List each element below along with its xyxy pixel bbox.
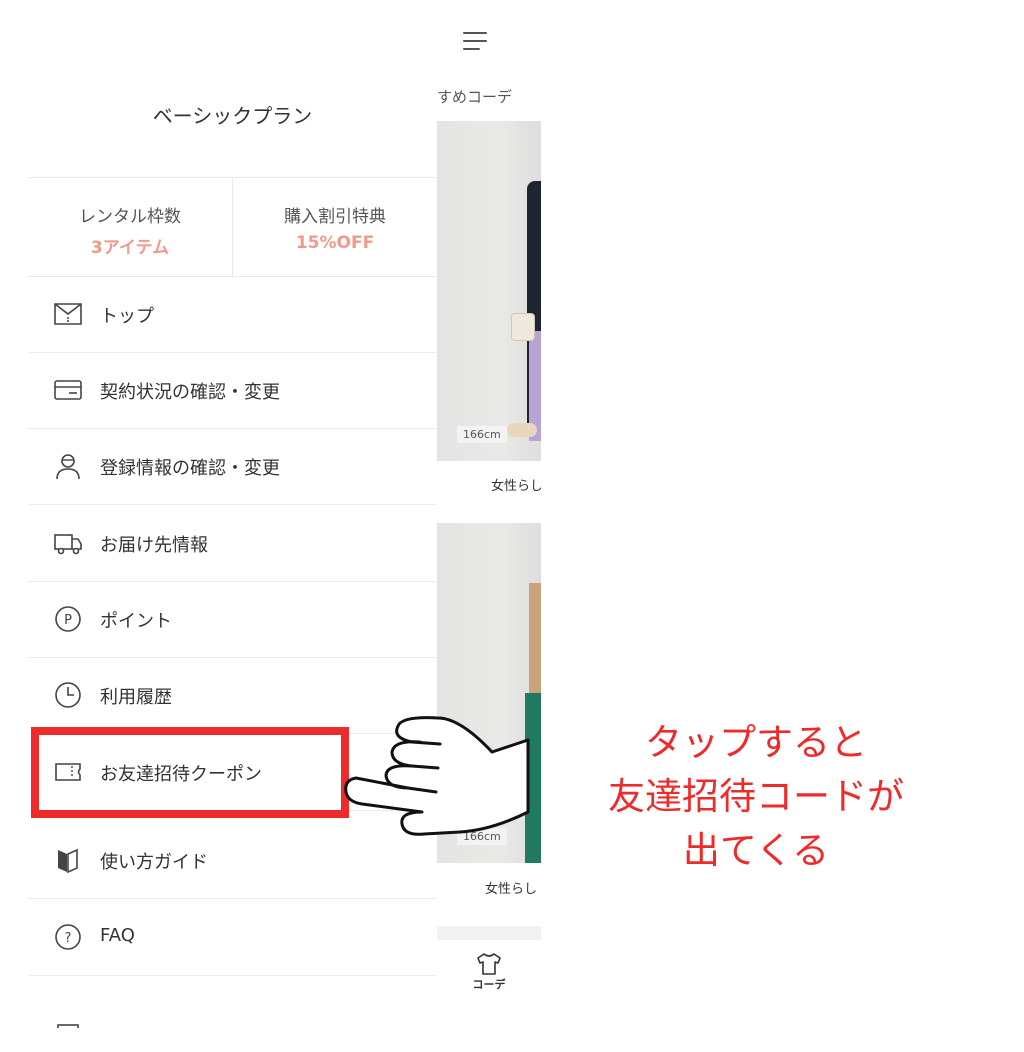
stat-rental-slots: レンタル枠数 3アイテム: [28, 178, 233, 276]
menu-item-label: お届け先情報: [100, 535, 208, 556]
menu-item-contract[interactable]: 契約状況の確認・変更: [28, 352, 437, 429]
menu-item-label: FAQ: [100, 925, 135, 946]
user-icon: [56, 454, 80, 480]
side-drawer: ベーシックプラン レンタル枠数 3アイテム 購入割引特典 15%OFF トップ …: [28, 0, 437, 1028]
callout-line: タップすると: [645, 721, 867, 764]
menu-item-faq[interactable]: ? FAQ: [28, 899, 437, 976]
point-icon: P: [55, 606, 81, 632]
menu-item-delivery[interactable]: お届け先情報: [28, 505, 437, 582]
truck-icon: [54, 534, 82, 555]
menu-item-top[interactable]: トップ: [28, 276, 437, 353]
callout-line: 出てくる: [682, 829, 830, 872]
background-app-screen: すめコーデ 166cm 女性らし 166cm 女性らし コーデ: [437, 0, 541, 1024]
stat-value: 3アイテム: [90, 238, 170, 258]
menu-item-label: 利用履歴: [100, 687, 172, 708]
tshirt-icon: [477, 953, 501, 975]
section-title: すめコーデ: [437, 88, 513, 106]
stat-label: 購入割引特典: [284, 207, 386, 227]
annotation-callout: タップすると 友達招待コードが 出てくる: [576, 716, 936, 878]
svg-text:?: ?: [65, 931, 72, 946]
stat-label: レンタル枠数: [79, 207, 181, 227]
menu-item-registration[interactable]: 登録情報の確認・変更: [28, 428, 437, 505]
callout-line: 友達招待コードが: [608, 775, 904, 818]
book-icon: [58, 848, 78, 874]
menu-item-points[interactable]: P ポイント: [28, 581, 437, 658]
menu-item-label: トップ: [100, 306, 154, 327]
outfit-caption: 女性らし: [485, 882, 538, 897]
highlight-box: [31, 727, 349, 818]
stat-purchase-discount: 購入割引特典 15%OFF: [233, 178, 437, 276]
menu-item-more[interactable]: [28, 976, 437, 1052]
outfit-card-1[interactable]: 166cm: [437, 121, 541, 461]
svg-text:P: P: [64, 613, 72, 628]
height-tag: 166cm: [457, 426, 507, 443]
plan-stats: レンタル枠数 3アイテム 購入割引特典 15%OFF: [28, 177, 437, 277]
plan-title: ベーシックプラン: [152, 104, 313, 128]
outfit-caption: 女性らし: [491, 479, 541, 494]
menu-item-label: ポイント: [100, 611, 172, 632]
card-icon: [54, 380, 82, 400]
tab-coordinate[interactable]: コーデ: [467, 952, 511, 992]
question-icon: ?: [55, 924, 81, 950]
menu-item-label: 使い方ガイド: [100, 852, 208, 873]
menu-item-label: 契約状況の確認・変更: [100, 382, 280, 403]
pointing-hand-icon: [344, 716, 530, 836]
hamburger-menu-icon[interactable]: [463, 30, 491, 52]
menu-item-label: 登録情報の確認・変更: [100, 458, 280, 479]
clock-icon: [55, 682, 81, 708]
top-page-icon: [54, 303, 82, 325]
tab-label: コーデ: [472, 978, 506, 991]
stat-value: 15%OFF: [295, 233, 375, 253]
